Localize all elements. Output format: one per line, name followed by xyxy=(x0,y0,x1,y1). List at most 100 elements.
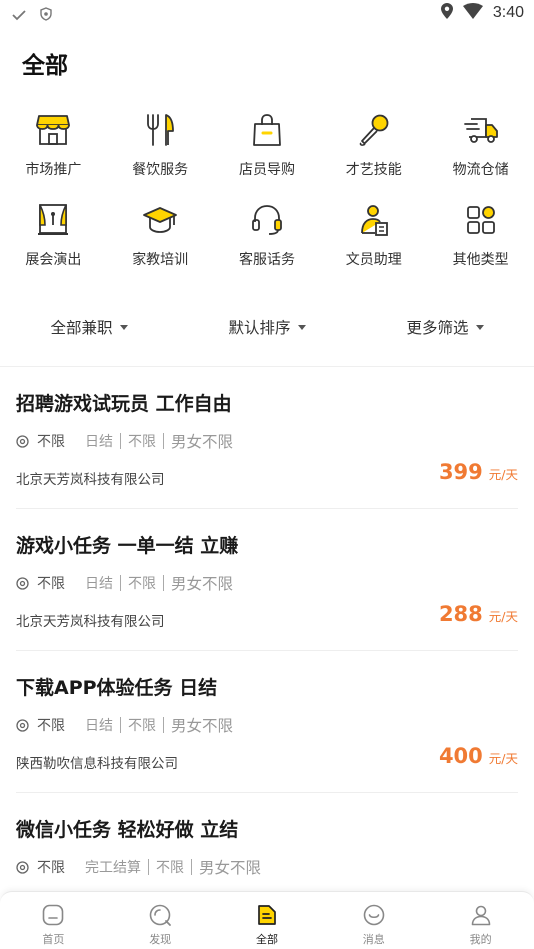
caret-down-icon xyxy=(119,324,128,330)
filter-more[interactable]: 更多筛选 xyxy=(406,316,484,338)
location-icon xyxy=(16,860,29,874)
job-settlement: 日结 xyxy=(85,434,113,450)
job-gender: 男女不限 xyxy=(171,433,234,451)
fork-knife-icon xyxy=(140,110,180,150)
job-settlement: 完工结算 xyxy=(85,860,141,876)
job-list: 招聘游戏试玩员 工作自由 不限 日结 不限 男女不限 北京天芳岚科技有限公司 3… xyxy=(16,367,518,935)
job-settlement: 日结 xyxy=(85,576,113,592)
job-location: 不限 xyxy=(37,434,65,450)
category-label: 店员导购 xyxy=(238,162,295,178)
nav-profile[interactable]: 我的 xyxy=(428,892,534,949)
job-meta: 不限 日结 不限 男女不限 xyxy=(16,430,233,452)
status-bar: 3:40 xyxy=(0,0,534,30)
nav-label: 首页 xyxy=(42,933,65,946)
category-label: 市场推广 xyxy=(25,162,82,178)
truck-icon xyxy=(461,110,501,150)
job-price: 400 元/天 xyxy=(439,744,518,768)
filter-label: 默认排序 xyxy=(228,319,291,337)
nav-all[interactable]: 全部 xyxy=(214,892,320,949)
job-card[interactable]: 下载APP体验任务 日结 不限 日结 不限 男女不限 陕西勒吹信息科技有限公司 … xyxy=(16,651,518,793)
filter-bar: 全部兼职 默认排序 更多筛选 xyxy=(0,305,534,349)
category-tutoring[interactable]: 家教培训 xyxy=(107,200,214,290)
job-location: 不限 xyxy=(37,718,65,734)
price-unit: 元/天 xyxy=(488,609,518,624)
grid-icon xyxy=(461,200,501,240)
category-logistics[interactable]: 物流仓储 xyxy=(427,110,534,200)
status-time: 3:40 xyxy=(492,4,524,21)
wifi-icon xyxy=(462,3,483,23)
job-time: 不限 xyxy=(156,860,184,876)
job-settlement: 日结 xyxy=(85,718,113,734)
location-pin-icon xyxy=(440,3,453,23)
job-time: 不限 xyxy=(128,434,156,450)
home-icon xyxy=(40,902,66,928)
category-shop-assistant[interactable]: 店员导购 xyxy=(214,110,321,200)
nav-messages[interactable]: 消息 xyxy=(321,892,427,949)
category-others[interactable]: 其他类型 xyxy=(427,200,534,290)
divider xyxy=(163,717,164,733)
price-unit: 元/天 xyxy=(488,751,518,766)
job-card[interactable]: 招聘游戏试玩员 工作自由 不限 日结 不限 男女不限 北京天芳岚科技有限公司 3… xyxy=(16,367,518,509)
category-customer-service[interactable]: 客服话务 xyxy=(214,200,321,290)
job-company: 北京天芳岚科技有限公司 xyxy=(16,472,165,488)
price-value: 400 xyxy=(438,744,483,768)
category-label: 文员助理 xyxy=(345,252,402,268)
divider xyxy=(120,575,121,591)
nav-discover[interactable]: 发现 xyxy=(107,892,213,949)
profile-icon xyxy=(468,902,494,928)
job-title: 下载APP体验任务 日结 xyxy=(16,677,218,699)
divider xyxy=(163,433,164,449)
job-location: 不限 xyxy=(37,860,65,876)
category-label: 其他类型 xyxy=(452,252,509,268)
category-clerk-assistant[interactable]: 文员助理 xyxy=(320,200,427,290)
page-title: 全部 xyxy=(22,53,68,79)
job-location: 不限 xyxy=(37,576,65,592)
category-label: 物流仓储 xyxy=(452,162,509,178)
nav-label: 发现 xyxy=(149,933,172,946)
discover-icon xyxy=(147,902,173,928)
job-title: 招聘游戏试玩员 工作自由 xyxy=(16,393,232,415)
check-icon xyxy=(12,6,26,25)
filter-label: 更多筛选 xyxy=(406,319,469,337)
nav-home[interactable]: 首页 xyxy=(0,892,106,949)
category-grid: 市场推广 餐饮服务 店员导购 才艺技能 物流仓储 展会演出 家教培训 客服话务 … xyxy=(0,110,534,290)
job-time: 不限 xyxy=(128,718,156,734)
shopping-bag-icon xyxy=(247,110,287,150)
category-label: 客服话务 xyxy=(238,252,295,268)
category-exhibition[interactable]: 展会演出 xyxy=(0,200,107,290)
filter-all-jobs[interactable]: 全部兼职 xyxy=(50,316,128,338)
graduation-cap-icon xyxy=(140,200,180,240)
category-talent-skills[interactable]: 才艺技能 xyxy=(320,110,427,200)
microphone-icon xyxy=(354,110,394,150)
divider xyxy=(163,575,164,591)
job-gender: 男女不限 xyxy=(171,575,234,593)
price-value: 288 xyxy=(438,602,483,626)
job-meta: 不限 完工结算 不限 男女不限 xyxy=(16,856,261,878)
job-meta: 不限 日结 不限 男女不限 xyxy=(16,714,233,736)
stage-icon xyxy=(33,200,73,240)
shop-icon xyxy=(33,110,73,150)
shield-icon xyxy=(40,6,52,25)
nav-label: 全部 xyxy=(255,933,278,946)
job-meta: 不限 日结 不限 男女不限 xyxy=(16,572,233,594)
category-market-promotion[interactable]: 市场推广 xyxy=(0,110,107,200)
job-card[interactable]: 游戏小任务 一单一结 立赚 不限 日结 不限 男女不限 北京天芳岚科技有限公司 … xyxy=(16,509,518,651)
job-title: 微信小任务 轻松好做 立结 xyxy=(16,819,239,841)
nav-label: 消息 xyxy=(362,933,385,946)
message-icon xyxy=(361,902,387,928)
location-icon xyxy=(16,718,29,732)
caret-down-icon xyxy=(297,324,306,330)
job-gender: 男女不限 xyxy=(199,859,262,877)
category-label: 家教培训 xyxy=(132,252,189,268)
price-value: 399 xyxy=(438,460,483,484)
all-icon xyxy=(254,902,280,928)
category-catering[interactable]: 餐饮服务 xyxy=(107,110,214,200)
job-price: 288 元/天 xyxy=(439,602,518,626)
bottom-nav: 首页 发现 全部 消息 我的 xyxy=(0,891,534,949)
job-time: 不限 xyxy=(128,576,156,592)
category-label: 才艺技能 xyxy=(345,162,402,178)
job-price: 399 元/天 xyxy=(439,460,518,484)
job-title: 游戏小任务 一单一结 立赚 xyxy=(16,535,239,557)
divider xyxy=(120,717,121,733)
filter-sort[interactable]: 默认排序 xyxy=(228,316,306,338)
